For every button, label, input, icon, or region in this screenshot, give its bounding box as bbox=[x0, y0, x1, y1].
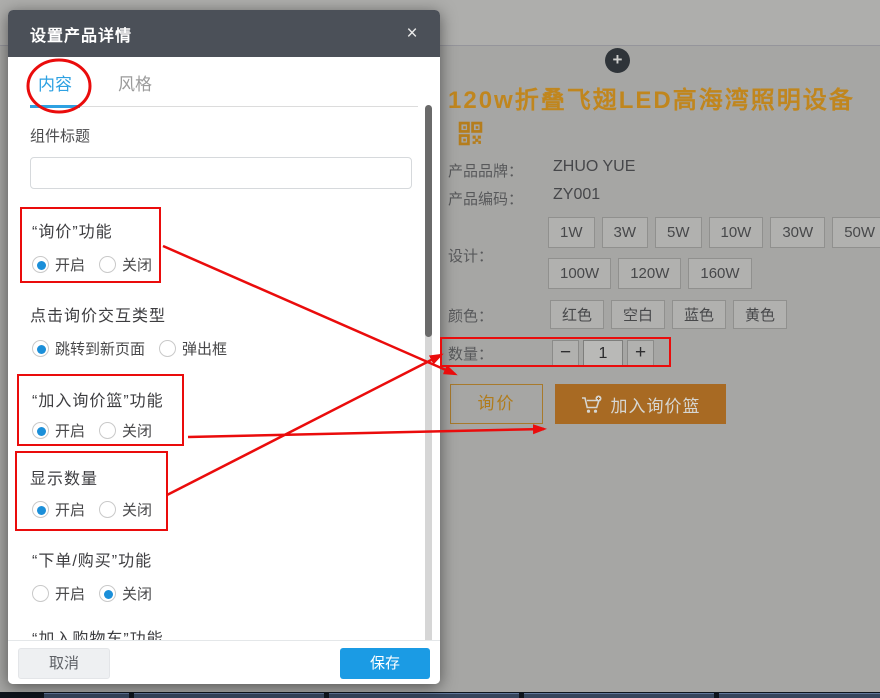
design-option[interactable]: 1W bbox=[548, 217, 595, 248]
radio-selected-icon bbox=[99, 585, 116, 602]
radio-unselected-icon bbox=[159, 340, 176, 357]
component-title-label: 组件标题 bbox=[30, 125, 90, 146]
tab-bar: 内容 风格 bbox=[30, 57, 418, 107]
design-option[interactable]: 30W bbox=[770, 217, 825, 248]
scrollbar-thumb[interactable] bbox=[425, 105, 432, 337]
tab-content[interactable]: 内容 bbox=[30, 70, 80, 108]
design-label: 设计： bbox=[448, 245, 493, 266]
radio-option-on[interactable]: 开启 bbox=[32, 254, 85, 275]
color-label: 颜色： bbox=[448, 305, 493, 326]
cart-plus-icon bbox=[581, 395, 603, 414]
dialog-body: 组件标题 “询价”功能 开启 关闭 点击询价交互类型 跳转到新页面 bbox=[8, 107, 440, 640]
dialog-footer: 取消 保存 bbox=[8, 640, 440, 684]
color-option[interactable]: 空白 bbox=[611, 300, 665, 329]
inquiry-button[interactable]: 询价 bbox=[450, 384, 543, 424]
radio-selected-icon bbox=[32, 256, 49, 273]
color-options: 红色 空白 蓝色 黄色 bbox=[550, 300, 787, 329]
add-to-inquiry-basket-button[interactable]: 加入询价篮 bbox=[555, 384, 726, 424]
radio-option-on[interactable]: 开启 bbox=[32, 499, 85, 520]
section-title-inquiry: “询价”功能 bbox=[32, 218, 113, 242]
inquiry-radio-group: 开启 关闭 bbox=[32, 254, 166, 275]
section-title-add-basket: “加入询价篮”功能 bbox=[32, 387, 164, 411]
quantity-minus-button[interactable]: − bbox=[552, 340, 579, 367]
taskbar bbox=[0, 692, 880, 698]
radio-selected-icon bbox=[32, 422, 49, 439]
radio-option-off[interactable]: 关闭 bbox=[99, 254, 152, 275]
design-option[interactable]: 3W bbox=[602, 217, 649, 248]
quantity-value[interactable]: 1 bbox=[583, 340, 623, 367]
dialog-header: 设置产品详情 × bbox=[8, 10, 440, 57]
interaction-type-radio-group: 跳转到新页面 弹出框 bbox=[32, 338, 241, 359]
design-option[interactable]: 160W bbox=[688, 258, 751, 289]
design-options-row2: 100W 120W 160W bbox=[548, 258, 752, 289]
color-option[interactable]: 红色 bbox=[550, 300, 604, 329]
radio-option-new-page[interactable]: 跳转到新页面 bbox=[32, 338, 145, 359]
design-option[interactable]: 100W bbox=[548, 258, 611, 289]
show-quantity-radio-group: 开启 关闭 bbox=[32, 499, 166, 520]
brand-label: 产品品牌： bbox=[448, 160, 523, 181]
tab-style[interactable]: 风格 bbox=[110, 70, 160, 106]
quantity-label: 数量： bbox=[448, 343, 493, 364]
section-title-show-quantity: 显示数量 bbox=[30, 465, 98, 489]
radio-unselected-icon bbox=[32, 585, 49, 602]
radio-selected-icon bbox=[32, 340, 49, 357]
code-label: 产品编码： bbox=[448, 188, 523, 209]
quantity-plus-button[interactable]: + bbox=[627, 340, 654, 367]
section-title-interaction-type: 点击询价交互类型 bbox=[30, 302, 166, 326]
radio-option-off[interactable]: 关闭 bbox=[99, 499, 152, 520]
section-title-order-buy: “下单/购买”功能 bbox=[32, 547, 152, 571]
design-options-row1: 1W 3W 5W 10W 30W 50W 80W bbox=[548, 217, 880, 248]
product-title: 120w折叠飞翅LED高海湾照明设备 bbox=[448, 86, 876, 116]
add-component-icon[interactable]: + bbox=[605, 48, 630, 73]
radio-selected-icon bbox=[32, 501, 49, 518]
design-option[interactable]: 120W bbox=[618, 258, 681, 289]
order-buy-radio-group: 开启 关闭 bbox=[32, 583, 166, 604]
save-button[interactable]: 保存 bbox=[340, 648, 430, 679]
radio-option-on[interactable]: 开启 bbox=[32, 420, 85, 441]
color-option[interactable]: 蓝色 bbox=[672, 300, 726, 329]
component-title-input[interactable] bbox=[30, 157, 412, 189]
radio-option-on[interactable]: 开启 bbox=[32, 583, 85, 604]
design-option[interactable]: 10W bbox=[709, 217, 764, 248]
close-icon[interactable]: × bbox=[400, 22, 424, 46]
radio-option-off[interactable]: 关闭 bbox=[99, 583, 152, 604]
quantity-stepper: − 1 + bbox=[552, 340, 654, 367]
dialog-title: 设置产品详情 bbox=[30, 22, 132, 46]
product-detail-settings-dialog: 设置产品详情 × 内容 风格 组件标题 “询价”功能 开启 关闭 点击询价交互类… bbox=[8, 10, 440, 684]
brand-value: ZHUO YUE bbox=[553, 158, 635, 176]
radio-option-off[interactable]: 关闭 bbox=[99, 420, 152, 441]
add-to-basket-label: 加入询价篮 bbox=[611, 392, 701, 417]
color-option[interactable]: 黄色 bbox=[733, 300, 787, 329]
radio-unselected-icon bbox=[99, 501, 116, 518]
radio-option-popup[interactable]: 弹出框 bbox=[159, 338, 227, 359]
add-basket-radio-group: 开启 关闭 bbox=[32, 420, 166, 441]
radio-unselected-icon bbox=[99, 422, 116, 439]
code-value: ZY001 bbox=[553, 186, 600, 204]
design-option[interactable]: 5W bbox=[655, 217, 702, 248]
section-title-add-cart: “加入购物车”功能 bbox=[32, 625, 164, 640]
radio-unselected-icon bbox=[99, 256, 116, 273]
screen: + 120w折叠飞翅LED高海湾照明设备 产品品牌： ZHUO YUE 产品编码… bbox=[0, 0, 880, 698]
design-option[interactable]: 50W bbox=[832, 217, 880, 248]
cancel-button[interactable]: 取消 bbox=[18, 648, 110, 679]
qr-code-icon[interactable] bbox=[458, 121, 483, 146]
